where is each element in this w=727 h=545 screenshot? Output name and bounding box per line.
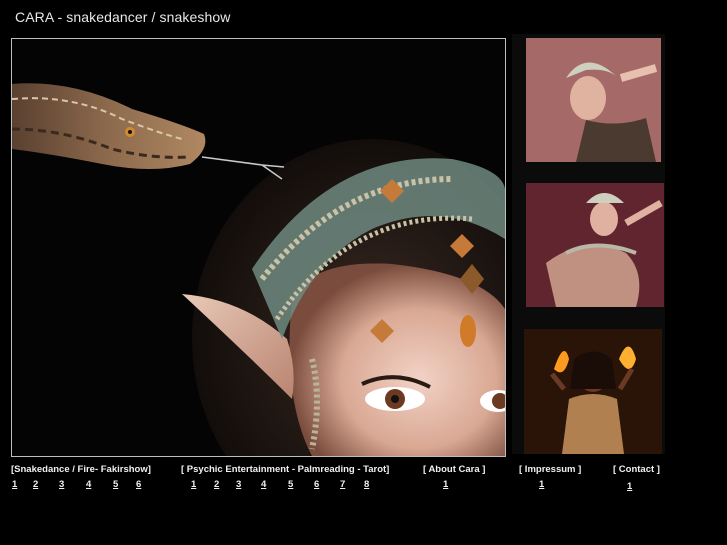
snakedance-page-link[interactable]: 1 [12, 479, 17, 490]
psychic-page-link[interactable]: 7 [340, 479, 345, 490]
uk-flag-icon[interactable] [181, 541, 215, 545]
nav-psychic-entertainment[interactable]: [ Psychic Entertainment - Palmreading - … [181, 464, 389, 475]
gallery-thumb-1[interactable] [526, 38, 661, 162]
gallery-thumb-2[interactable] [526, 183, 664, 307]
snakedance-page-link[interactable]: 3 [59, 479, 64, 490]
snakedance-page-link[interactable]: 2 [33, 479, 38, 490]
psychic-page-link[interactable]: 8 [364, 479, 369, 490]
impressum-page-link[interactable]: 1 [539, 479, 544, 490]
snakedance-page-link[interactable]: 4 [86, 479, 91, 490]
side-gallery [512, 34, 665, 454]
psychic-page-link[interactable]: 3 [236, 479, 241, 490]
hero-image [11, 38, 506, 457]
contact-page-link[interactable]: 1 [627, 481, 632, 492]
about-page-link[interactable]: 1 [443, 479, 448, 490]
fire-dancer-photo [524, 329, 662, 454]
page-number-links: 1 2 3 4 5 6 1 2 3 4 5 6 7 8 1 1 1 [0, 479, 727, 493]
psychic-page-link[interactable]: 6 [314, 479, 319, 490]
dancer-photo-1 [526, 38, 661, 162]
page-title: CARA - snakedancer / snakeshow [15, 9, 231, 25]
nav-snakedance[interactable]: [Snakedance / Fire- Fakirshow] [11, 464, 151, 475]
gallery-thumb-3[interactable] [524, 329, 662, 454]
snakedance-page-link[interactable]: 5 [113, 479, 118, 490]
nav-impressum[interactable]: [ Impressum ] [519, 464, 581, 475]
dancer-photo-2 [526, 183, 664, 307]
nav-about-cara[interactable]: [ About Cara ] [423, 464, 485, 475]
psychic-page-link[interactable]: 4 [261, 479, 266, 490]
psychic-page-link[interactable]: 5 [288, 479, 293, 490]
snakedance-page-link[interactable]: 6 [136, 479, 141, 490]
psychic-page-link[interactable]: 2 [214, 479, 219, 490]
nav-contact[interactable]: [ Contact ] [613, 464, 660, 475]
section-nav: [Snakedance / Fire- Fakirshow] [ Psychic… [0, 464, 727, 478]
psychic-page-link[interactable]: 1 [191, 479, 196, 490]
france-flag-icon[interactable] [287, 541, 321, 545]
snake-and-dancer-illustration [12, 39, 505, 456]
